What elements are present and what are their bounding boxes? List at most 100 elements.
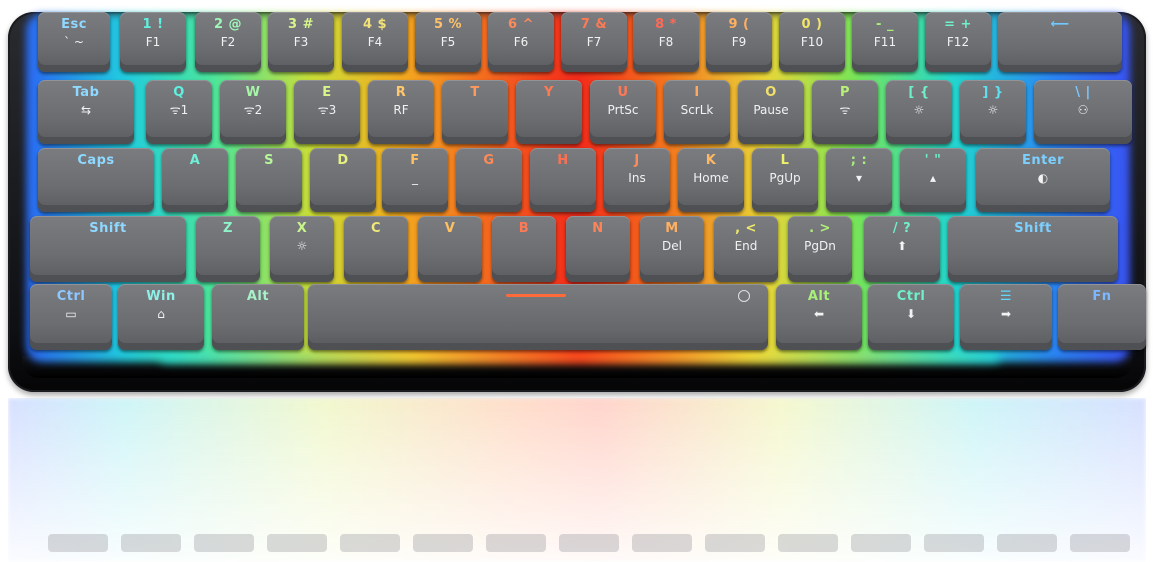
key-legend: ] } — [982, 85, 1004, 100]
key-sublegend: F5 — [440, 35, 456, 49]
key-legend: 6 ^ — [508, 17, 534, 32]
reflection-keycap — [851, 534, 911, 552]
key-ralt: Alt ⬅ — [776, 284, 862, 350]
key-legend: . > — [809, 221, 831, 236]
spacebar-power-icon — [738, 290, 750, 302]
key-win: Win ⌂ — [118, 284, 204, 350]
key-menu: ☰ ➡ — [960, 284, 1052, 350]
key-l: L PgUp — [752, 148, 818, 212]
key-legend: K — [705, 153, 717, 168]
key-legend: ; : — [850, 153, 868, 168]
key-legend: T — [470, 85, 480, 100]
key-h: H — [530, 148, 596, 212]
key-y: Y — [516, 80, 582, 144]
key-w: W ᯤ2 — [220, 80, 286, 144]
key-8: 8 * F8 — [633, 12, 699, 72]
key-legend: H — [557, 153, 569, 168]
key-legend: 9 ( — [728, 17, 750, 32]
key-legend: 2 @ — [213, 17, 243, 32]
reflection-keycap — [48, 534, 108, 552]
key-a: A — [162, 148, 228, 212]
key-e: E ᯤ3 — [294, 80, 360, 144]
keyboard-reflection — [8, 398, 1146, 562]
key-s: S — [236, 148, 302, 212]
key-sublegend: ▭ — [65, 307, 77, 321]
key-sublegend: ▴ — [929, 171, 937, 185]
key-sublegend: ☼ — [296, 239, 308, 253]
key-legend: Tab — [72, 85, 100, 100]
key-legend: 0 ) — [801, 17, 823, 32]
key-sublegend: Del — [662, 239, 682, 253]
key-sublegend: ᯤ — [839, 103, 851, 117]
key-rbracket: ] } ☼ — [960, 80, 1026, 144]
key-5: 5 % F5 — [415, 12, 481, 72]
key-legend: Shift — [89, 221, 127, 236]
key-legend: 8 * — [655, 17, 677, 32]
reflection-keycap — [632, 534, 692, 552]
key-0: 0 ) F10 — [779, 12, 845, 72]
key-legend: Win — [146, 289, 176, 304]
key-legend: Fn — [1092, 289, 1112, 304]
key-legend: 1 ! — [142, 17, 164, 32]
key-sublegend: PrtSc — [607, 103, 639, 117]
key-m: M Del — [640, 216, 704, 282]
key-legend: 5 % — [433, 17, 463, 32]
key-sublegend: PgUp — [769, 171, 801, 185]
key-period: . > PgDn — [788, 216, 852, 282]
key-1: 1 ! F1 — [120, 12, 186, 72]
key-minus: - _ F11 — [852, 12, 918, 72]
key-backspace: ⟵ — [998, 12, 1122, 72]
key-quote: ' " ▴ — [900, 148, 966, 212]
key-sublegend: F11 — [873, 35, 897, 49]
key-legend: , < — [735, 221, 757, 236]
key-sublegend: ⚇ — [1077, 103, 1089, 117]
key-sublegend: F1 — [145, 35, 161, 49]
key-lalt: Alt — [212, 284, 304, 350]
key-sublegend: ScrLk — [680, 103, 714, 117]
key-3: 3 # F3 — [268, 12, 334, 72]
key-g: G — [456, 148, 522, 212]
key-sublegend: ➡ — [1000, 307, 1012, 321]
key-sublegend: PgDn — [804, 239, 836, 253]
key-legend: J — [634, 153, 640, 168]
key-legend: V — [444, 221, 456, 236]
key-legend: B — [518, 221, 530, 236]
reflection-keycap — [413, 534, 473, 552]
reflection-keycap — [1070, 534, 1130, 552]
key-sublegend: ᯤ3 — [317, 103, 337, 117]
key-sublegend: ◐ — [1037, 171, 1049, 185]
key-fn: Fn — [1058, 284, 1146, 350]
key-comma: , < End — [714, 216, 778, 282]
key-sublegend: F4 — [367, 35, 383, 49]
key-q: Q ᯤ1 — [146, 80, 212, 144]
key-b: B — [492, 216, 556, 282]
key-v: V — [418, 216, 482, 282]
key-esc: Esc ` ~ — [38, 12, 110, 72]
key-tab: Tab ⇆ — [38, 80, 134, 144]
key-legend: ⟵ — [1050, 17, 1070, 32]
key-sublegend: ᯤ2 — [243, 103, 263, 117]
reflection-keycap — [778, 534, 838, 552]
key-sublegend: F12 — [946, 35, 970, 49]
key-sublegend: ⬆ — [896, 239, 908, 253]
key-legend: = + — [944, 17, 972, 32]
key-legend: 4 $ — [362, 17, 388, 32]
key-rshift: Shift — [948, 216, 1118, 282]
key-legend: ' " — [924, 153, 942, 168]
key-d: D — [310, 148, 376, 212]
key-sublegend: Home — [693, 171, 729, 185]
key-o: O Pause — [738, 80, 804, 144]
key-legend: R — [395, 85, 407, 100]
reflection-keycap — [705, 534, 765, 552]
key-sublegend: ⬇ — [905, 307, 917, 321]
key-sublegend: F9 — [731, 35, 747, 49]
key-legend: Alt — [246, 289, 270, 304]
key-semicolon: ; : ▾ — [826, 148, 892, 212]
key-lshift: Shift — [30, 216, 186, 282]
key-legend: - _ — [876, 17, 894, 32]
key-legend: Y — [544, 85, 554, 100]
key-legend: [ { — [908, 85, 930, 100]
key-sublegend: F3 — [293, 35, 309, 49]
key-legend: P — [839, 85, 851, 100]
key-legend: M — [665, 221, 679, 236]
